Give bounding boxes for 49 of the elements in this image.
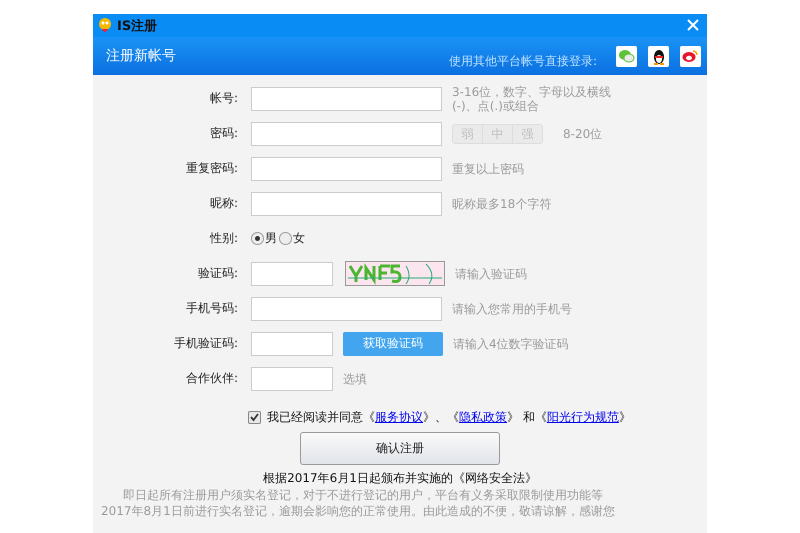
chat-bubbles-icon: [618, 49, 635, 63]
field-label: 合作伙伴:: [184, 370, 238, 387]
window-title: IS注册: [117, 18, 158, 34]
field-hint: 昵称最多18个字符: [452, 196, 552, 210]
close-button[interactable]: [687, 18, 701, 32]
header-title: 注册新帐号: [106, 47, 177, 65]
field-hint: 请输入验证码: [455, 266, 527, 280]
eye-logo-icon: [682, 49, 699, 63]
input-field[interactable]: [251, 366, 333, 390]
field-hint: 8-20位: [563, 126, 602, 140]
field-label: 手机号码:: [184, 300, 238, 317]
field-label: 手机验证码:: [172, 335, 238, 352]
close-icon: [687, 18, 699, 30]
agreement-text: 我已经阅读并同意《服务协议》、《隐私政策》 和《阳光行为规范》: [267, 409, 631, 426]
confirm-button[interactable]: 确认注册: [300, 432, 500, 465]
field-hint: 请输入4位数字验证码: [453, 336, 569, 350]
field-hint: 重复以上密码: [452, 162, 524, 176]
weibo-login-button[interactable]: [680, 46, 701, 66]
input-field[interactable]: [251, 156, 442, 180]
input-field[interactable]: [251, 122, 442, 146]
chat-login-button[interactable]: [616, 46, 637, 66]
gender-radio[interactable]: 男: [251, 230, 277, 247]
notice-title: 根据2017年6月1日起颁布并实施的《网络安全法》: [262, 470, 538, 487]
field-label: 密码:: [208, 125, 238, 142]
notice-text: 即日起所有注册用户须实名登记，对于不进行登记的用户，平台有义务采取限制使用功能等: [122, 487, 604, 503]
field-hint: 请输入您常用的手机号: [452, 302, 572, 316]
agreement-link[interactable]: 阳光行为规范: [546, 410, 619, 424]
field-label: 重复密码:: [184, 160, 238, 177]
input-field[interactable]: [251, 296, 442, 320]
field-hint: 3-16位，数字、字母以及横线(-)、点(.)或组合: [452, 84, 612, 112]
input-field[interactable]: [251, 86, 442, 110]
field-label: 昵称:: [208, 195, 238, 212]
input-field[interactable]: [251, 332, 333, 356]
field-label: 性别:: [208, 230, 238, 247]
mascot-icon: [97, 16, 113, 34]
penguin-login-button[interactable]: [648, 46, 669, 66]
field-hint: 选填: [343, 372, 367, 386]
field-label: 验证码:: [196, 265, 238, 282]
field-label: 帐号:: [208, 90, 238, 107]
input-field[interactable]: [251, 192, 442, 216]
agree-checkbox[interactable]: [248, 411, 261, 424]
gender-radio[interactable]: 女: [279, 230, 305, 247]
captcha-image[interactable]: [345, 261, 445, 286]
agreement-link[interactable]: 隐私政策: [459, 410, 507, 424]
social-login-label: 使用其他平台帐号直接登录:: [448, 52, 597, 70]
agreement-link[interactable]: 服务协议: [375, 410, 423, 424]
input-field[interactable]: [251, 262, 333, 286]
notice-text: 2017年8月1日前进行实名登记，逾期会影响您的正常使用。由此造成的不便，敬请谅解，感谢您: [100, 503, 616, 519]
penguin-icon: [652, 48, 666, 64]
